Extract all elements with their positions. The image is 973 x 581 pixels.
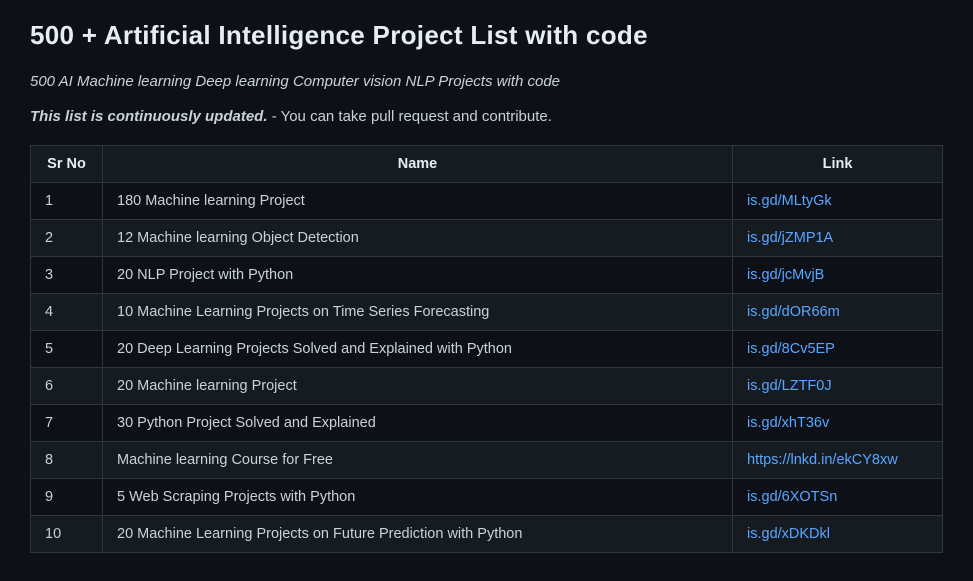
page-subtitle: 500 AI Machine learning Deep learning Co… [30, 73, 943, 90]
table-header-row: Sr No Name Link [31, 146, 943, 183]
cell-sr: 2 [31, 220, 103, 257]
project-link[interactable]: is.gd/xhT36v [747, 415, 829, 431]
update-note: This list is continuously updated. - You… [30, 108, 943, 125]
cell-link: is.gd/dOR66m [733, 294, 943, 331]
cell-name: 10 Machine Learning Projects on Time Ser… [103, 294, 733, 331]
project-link[interactable]: is.gd/LZTF0J [747, 378, 832, 394]
table-row: 620 Machine learning Project is.gd/LZTF0J [31, 368, 943, 405]
project-link[interactable]: is.gd/dOR66m [747, 304, 840, 320]
project-link[interactable]: is.gd/jcMvjB [747, 267, 824, 283]
update-note-bold: This list is continuously updated. [30, 108, 268, 125]
cell-link: is.gd/xDKDkl [733, 516, 943, 553]
table-row: 95 Web Scraping Projects with Python is.g… [31, 479, 943, 516]
cell-name: 20 Deep Learning Projects Solved and Exp… [103, 331, 733, 368]
col-header-link: Link [733, 146, 943, 183]
cell-name: 20 Machine Learning Projects on Future P… [103, 516, 733, 553]
table-row: 520 Deep Learning Projects Solved and Ex… [31, 331, 943, 368]
cell-link: is.gd/xhT36v [733, 405, 943, 442]
cell-sr: 1 [31, 183, 103, 220]
table-row: 730 Python Project Solved and Explained i… [31, 405, 943, 442]
table-row: 320 NLP Project with Python is.gd/jcMvjB [31, 257, 943, 294]
project-link[interactable]: is.gd/MLtyGk [747, 193, 832, 209]
col-header-name: Name [103, 146, 733, 183]
cell-link: is.gd/MLtyGk [733, 183, 943, 220]
cell-name: 30 Python Project Solved and Explained [103, 405, 733, 442]
cell-name: 5 Web Scraping Projects with Python [103, 479, 733, 516]
table-row: 410 Machine Learning Projects on Time Se… [31, 294, 943, 331]
cell-link: is.gd/jcMvjB [733, 257, 943, 294]
cell-name: Machine learning Course for Free [103, 442, 733, 479]
table-row: 8Machine learning Course for Free https:/… [31, 442, 943, 479]
cell-link: is.gd/6XOTSn [733, 479, 943, 516]
project-link[interactable]: https://lnkd.in/ekCY8xw [747, 452, 898, 468]
cell-sr: 7 [31, 405, 103, 442]
cell-sr: 9 [31, 479, 103, 516]
cell-link: https://lnkd.in/ekCY8xw [733, 442, 943, 479]
projects-table: Sr No Name Link 1180 Machine learning Pr… [30, 145, 943, 553]
cell-sr: 8 [31, 442, 103, 479]
table-row: 1020 Machine Learning Projects on Future… [31, 516, 943, 553]
table-row: 212 Machine learning Object Detection is.… [31, 220, 943, 257]
update-note-rest: - You can take pull request and contribu… [268, 108, 552, 125]
cell-name: 12 Machine learning Object Detection [103, 220, 733, 257]
cell-link: is.gd/8Cv5EP [733, 331, 943, 368]
cell-sr: 4 [31, 294, 103, 331]
cell-sr: 10 [31, 516, 103, 553]
cell-link: is.gd/LZTF0J [733, 368, 943, 405]
project-link[interactable]: is.gd/8Cv5EP [747, 341, 835, 357]
project-link[interactable]: is.gd/6XOTSn [747, 489, 837, 505]
project-link[interactable]: is.gd/xDKDkl [747, 526, 830, 542]
cell-name: 20 Machine learning Project [103, 368, 733, 405]
cell-sr: 5 [31, 331, 103, 368]
page-title: 500 + Artificial Intelligence Project Li… [30, 20, 943, 51]
cell-name: 180 Machine learning Project [103, 183, 733, 220]
cell-link: is.gd/jZMP1A [733, 220, 943, 257]
project-link[interactable]: is.gd/jZMP1A [747, 230, 833, 246]
table-row: 1180 Machine learning Project is.gd/MLtyG… [31, 183, 943, 220]
cell-sr: 3 [31, 257, 103, 294]
col-header-sr: Sr No [31, 146, 103, 183]
cell-name: 20 NLP Project with Python [103, 257, 733, 294]
cell-sr: 6 [31, 368, 103, 405]
